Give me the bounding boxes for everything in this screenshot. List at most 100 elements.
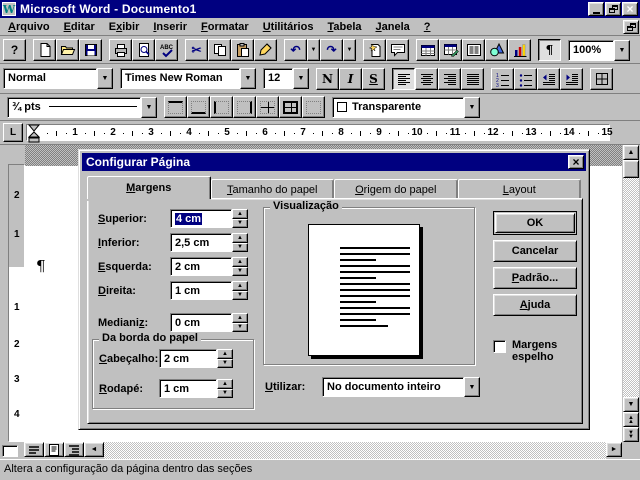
insert-excel-sheet-button[interactable] — [439, 39, 462, 61]
normal-view-button[interactable] — [24, 442, 44, 457]
border-outside-button[interactable] — [279, 96, 302, 118]
word-app-icon[interactable]: W — [2, 2, 16, 16]
numbered-list-button[interactable]: 123 — [491, 68, 514, 90]
rodape-field[interactable]: 1 cm — [159, 379, 217, 398]
cancel-button[interactable]: Cancelar — [493, 240, 577, 262]
font-size-value[interactable]: 12 — [263, 68, 293, 89]
scroll-split-box[interactable] — [2, 445, 18, 457]
previous-page-button[interactable]: ▲▲ — [623, 412, 639, 427]
cabecalho-field[interactable]: 2 cm — [159, 349, 217, 368]
indent-markers[interactable] — [28, 121, 40, 145]
style-value[interactable]: Normal — [3, 68, 97, 89]
spin-down-button[interactable]: ▼ — [232, 323, 248, 333]
spin-up-button[interactable]: ▲ — [217, 379, 233, 389]
print-button[interactable] — [109, 39, 132, 61]
menu-formatar[interactable]: Formatar — [194, 19, 256, 35]
italic-button[interactable]: I — [339, 68, 362, 90]
show-paragraph-marks-button[interactable]: ¶ — [538, 39, 561, 61]
ok-button[interactable]: OK — [495, 213, 575, 233]
menu-exibir[interactable]: Exibir — [102, 19, 147, 35]
scroll-right-button[interactable]: ► — [606, 442, 622, 457]
align-right-button[interactable] — [438, 68, 461, 90]
menu-utilitarios[interactable]: Utilitários — [256, 19, 321, 35]
apply-to-dropdown-button[interactable]: ▼ — [464, 377, 480, 397]
tab-tamanho-do-papel[interactable]: Tamanho do papel — [211, 179, 335, 199]
line-style-value[interactable]: ¾ pts — [7, 97, 141, 118]
justify-button[interactable] — [461, 68, 484, 90]
line-style-dropdown-button[interactable]: ▼ — [141, 97, 157, 118]
medianiz-field[interactable]: 0 cm — [170, 313, 232, 332]
maximize-restore-button[interactable] — [605, 2, 621, 16]
vertical-scroll-thumb[interactable] — [623, 160, 639, 178]
cut-button[interactable]: ✂ — [185, 39, 208, 61]
bold-button[interactable]: N — [316, 68, 339, 90]
borders-toolbar-toggle-button[interactable] — [590, 68, 613, 90]
zoom-dropdown-button[interactable]: ▼ — [614, 40, 630, 61]
document-restore-button[interactable] — [623, 20, 639, 34]
undo-button[interactable]: ↶ — [284, 39, 307, 61]
tab-origem-do-papel[interactable]: Origem do papel — [334, 179, 458, 199]
border-bottom-button[interactable] — [187, 96, 210, 118]
decrease-indent-button[interactable] — [537, 68, 560, 90]
increase-indent-button[interactable] — [560, 68, 583, 90]
insert-autotext-button[interactable] — [386, 39, 409, 61]
font-value[interactable]: Times New Roman — [120, 68, 240, 89]
spin-up-button[interactable]: ▲ — [232, 233, 248, 243]
underline-button[interactable]: S — [362, 68, 385, 90]
undo-dropdown-button[interactable]: ▼ — [307, 39, 320, 61]
esquerda-field[interactable]: 2 cm — [170, 257, 232, 276]
border-right-button[interactable] — [233, 96, 256, 118]
shading-dropdown-button[interactable]: ▼ — [464, 97, 480, 118]
spin-down-button[interactable]: ▼ — [217, 359, 233, 369]
tab-layout[interactable]: Layout — [458, 179, 582, 199]
insert-table-button[interactable] — [416, 39, 439, 61]
vertical-scroll-track[interactable] — [623, 178, 639, 397]
spin-up-button[interactable]: ▲ — [232, 209, 248, 219]
border-left-button[interactable] — [210, 96, 233, 118]
open-button[interactable] — [56, 39, 79, 61]
minimize-button[interactable] — [588, 2, 604, 16]
tab-margens[interactable]: Margens — [87, 176, 211, 199]
menu-tabela[interactable]: Tabela — [320, 19, 368, 35]
font-dropdown-button[interactable]: ▼ — [240, 68, 256, 89]
help-button[interactable]: ? — [3, 39, 26, 61]
close-button[interactable]: × — [622, 2, 638, 16]
align-center-button[interactable] — [415, 68, 438, 90]
spin-up-button[interactable]: ▲ — [232, 257, 248, 267]
border-top-button[interactable] — [164, 96, 187, 118]
redo-dropdown-button[interactable]: ▼ — [343, 39, 356, 61]
border-inside-button[interactable] — [256, 96, 279, 118]
spin-down-button[interactable]: ▼ — [217, 389, 233, 399]
scroll-left-button[interactable]: ◄ — [84, 442, 104, 457]
spin-up-button[interactable]: ▲ — [217, 349, 233, 359]
help-button[interactable]: Ajuda — [493, 294, 577, 316]
insert-chart-button[interactable] — [508, 39, 531, 61]
drawing-button[interactable] — [485, 39, 508, 61]
new-document-button[interactable] — [33, 39, 56, 61]
default-button[interactable]: Padrão... — [493, 267, 577, 289]
paste-button[interactable] — [231, 39, 254, 61]
scroll-up-button[interactable]: ▲ — [623, 145, 639, 160]
spin-down-button[interactable]: ▼ — [232, 291, 248, 301]
spin-up-button[interactable]: ▲ — [232, 281, 248, 291]
redo-button[interactable]: ↷ — [320, 39, 343, 61]
menu-ajuda[interactable]: ? — [417, 19, 438, 35]
mirror-margins-checkbox[interactable] — [493, 340, 506, 353]
spin-down-button[interactable]: ▼ — [232, 243, 248, 253]
align-left-button[interactable] — [392, 68, 415, 90]
zoom-value[interactable]: 100% — [568, 40, 614, 61]
inferior-field[interactable]: 2,5 cm — [170, 233, 232, 252]
shading-value[interactable]: Transparente — [332, 97, 464, 118]
style-dropdown-button[interactable]: ▼ — [97, 68, 113, 89]
bulleted-list-button[interactable] — [514, 68, 537, 90]
next-page-button[interactable]: ▼▼ — [623, 427, 639, 442]
font-size-dropdown-button[interactable]: ▼ — [293, 68, 309, 89]
horizontal-scroll-track[interactable] — [104, 442, 606, 459]
spin-down-button[interactable]: ▼ — [232, 219, 248, 229]
format-painter-button[interactable] — [254, 39, 277, 61]
direita-field[interactable]: 1 cm — [170, 281, 232, 300]
apply-to-value[interactable]: No documento inteiro — [322, 377, 464, 397]
border-none-button[interactable] — [302, 96, 325, 118]
page-layout-view-button[interactable] — [44, 442, 64, 457]
autoformat-button[interactable] — [363, 39, 386, 61]
